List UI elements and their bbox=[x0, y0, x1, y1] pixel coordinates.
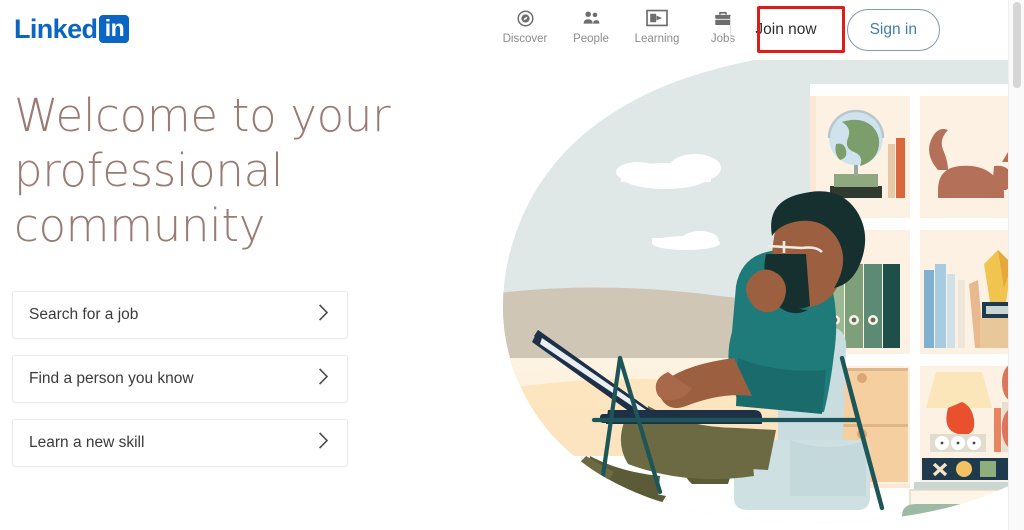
people-icon bbox=[581, 7, 601, 29]
logo-wordmark: Linked bbox=[14, 14, 98, 44]
logo-in-badge: in bbox=[99, 15, 130, 43]
nav-item-learning[interactable]: Learning bbox=[624, 2, 690, 46]
compass-icon bbox=[516, 7, 535, 29]
nav-label-people: People bbox=[573, 33, 609, 45]
nav-label-learning: Learning bbox=[634, 33, 680, 45]
linkedin-logo[interactable]: Linked in bbox=[14, 14, 130, 44]
cta-label: Search for a job bbox=[29, 306, 139, 323]
cta-label: Learn a new skill bbox=[29, 434, 145, 451]
linkedin-homepage: Linked in Discover People Learning Jobs … bbox=[0, 0, 1024, 530]
sign-in-button[interactable]: Sign in bbox=[846, 9, 940, 51]
hero-section: Welcome to your professional community S… bbox=[0, 88, 500, 483]
nav-label-discover: Discover bbox=[502, 33, 548, 45]
site-header: Linked in Discover People Learning Jobs … bbox=[0, 0, 1008, 60]
person-working-on-laptop-illustration bbox=[490, 58, 1024, 530]
chevron-right-icon bbox=[318, 432, 329, 455]
learning-screen-icon bbox=[646, 7, 668, 29]
join-now-button[interactable]: Join now bbox=[739, 8, 832, 52]
auth-actions: Join now Sign in bbox=[730, 7, 940, 53]
cta-search-for-a-job[interactable]: Search for a job bbox=[12, 291, 348, 339]
cta-find-a-person-you-know[interactable]: Find a person you know bbox=[12, 355, 348, 403]
scrollbar-thumb[interactable] bbox=[1013, 2, 1021, 88]
page-title: Welcome to your professional community bbox=[14, 89, 391, 252]
primary-nav: Discover People Learning Jobs bbox=[492, 2, 756, 46]
cta-label: Find a person you know bbox=[29, 370, 194, 387]
header-divider bbox=[730, 16, 732, 44]
nav-item-discover[interactable]: Discover bbox=[492, 2, 558, 46]
cta-learn-a-new-skill[interactable]: Learn a new skill bbox=[12, 419, 348, 467]
chevron-right-icon bbox=[318, 304, 329, 327]
page-scrollbar[interactable] bbox=[1008, 0, 1024, 530]
cta-list: Search for a job Find a person you know … bbox=[0, 291, 348, 467]
nav-item-people[interactable]: People bbox=[558, 2, 624, 46]
chevron-right-icon bbox=[318, 368, 329, 391]
